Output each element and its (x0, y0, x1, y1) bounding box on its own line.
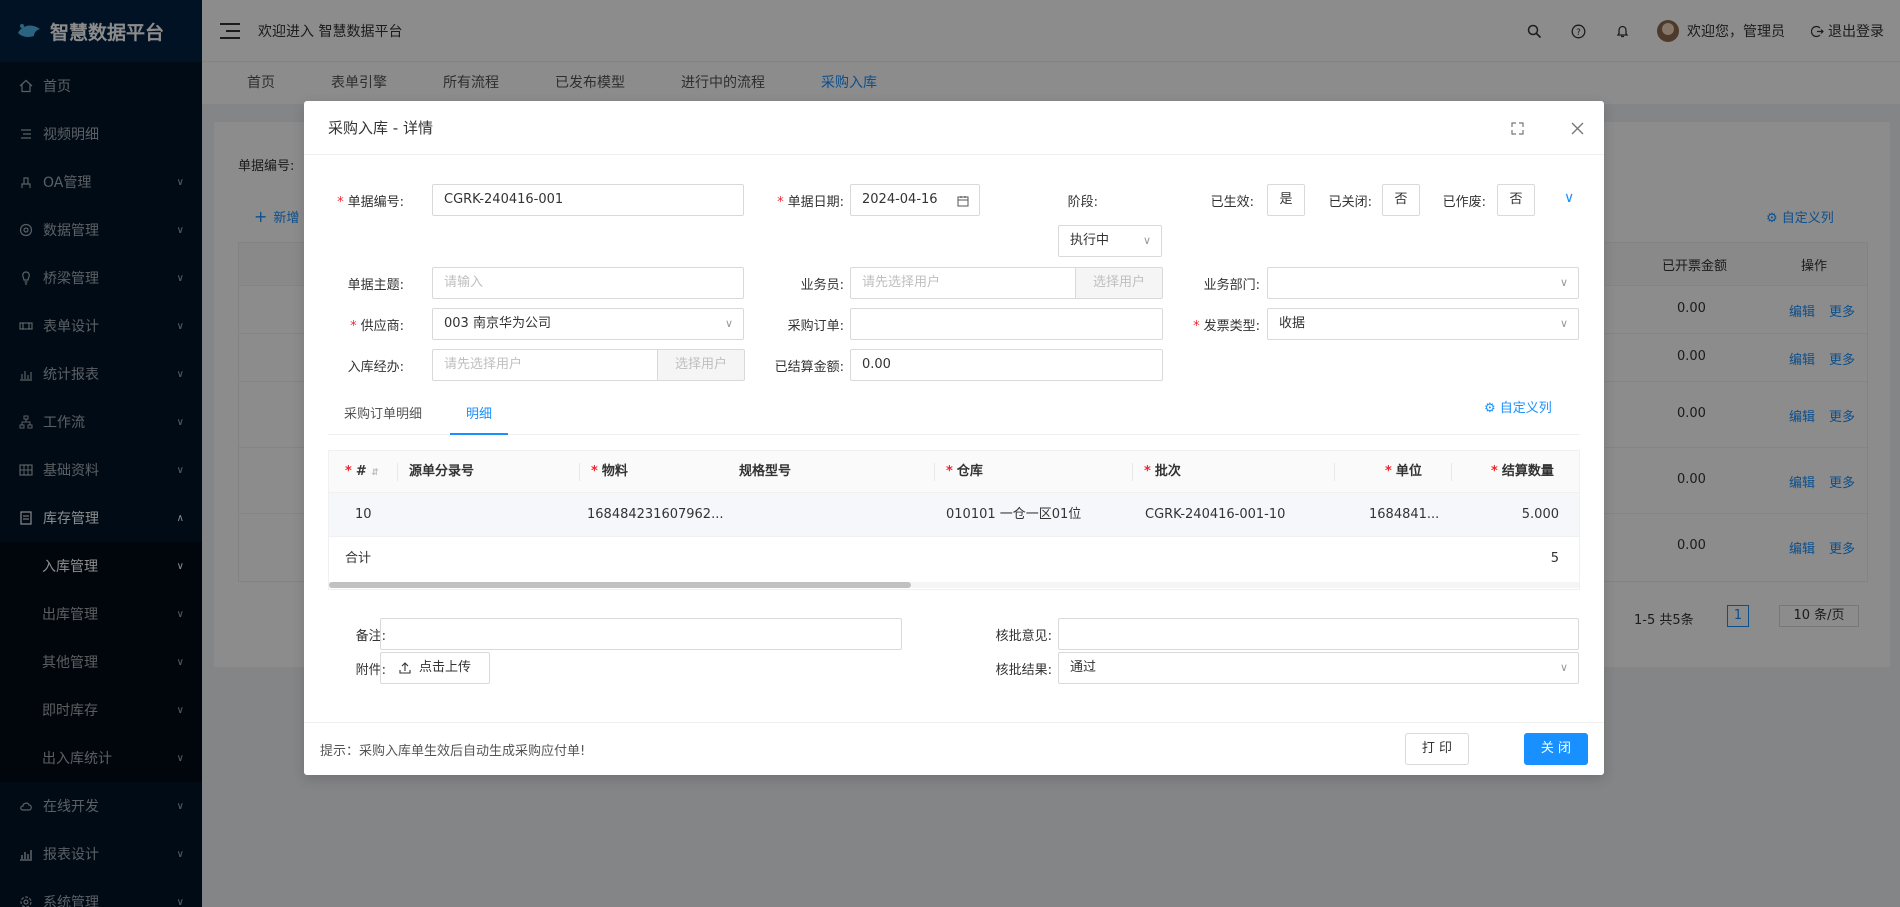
voided-label: 已作废: (1442, 195, 1486, 210)
order-no-label: * 单据编号: (337, 195, 404, 210)
supplier-value: 003 南京华为公司 (444, 316, 551, 331)
col-settle-qty: * 结算数量 (1491, 464, 1554, 479)
salesman-input[interactable]: 请先选择用户 (850, 267, 1076, 299)
upload-label: 点击上传 (418, 660, 471, 675)
col-warehouse: * 仓库 (946, 464, 983, 479)
closed-value: 否 (1382, 184, 1420, 216)
tab-detail[interactable]: 明细 (450, 395, 509, 435)
tab-purchase-order-detail[interactable]: 采购订单明细 (344, 395, 422, 435)
settled-amount-input[interactable]: 0.00 (850, 349, 1163, 381)
upload-button[interactable]: 点击上传 (380, 652, 490, 684)
detail-modal: 采购入库 - 详情 * 单据编号: CGRK-240416-001 * 单据日期: … (304, 101, 1604, 775)
chevron-down-icon: ∨ (1559, 276, 1568, 289)
subject-input[interactable]: 请输入 (432, 267, 744, 299)
department-select[interactable]: ∨ (1267, 267, 1579, 299)
stage-select[interactable]: 执行中 ∨ (1058, 225, 1162, 257)
cell-index: 10 (355, 507, 372, 522)
invoice-type-select[interactable]: 收据 ∨ (1267, 308, 1579, 340)
purchase-order-label: 采购订单: (787, 319, 844, 334)
cell-warehouse: 010101 一仓一区01位 (946, 507, 1082, 522)
order-date-picker[interactable]: 2024-04-16 (850, 184, 980, 216)
sort-icon: ⇵ (371, 468, 379, 478)
invoice-type-value: 收据 (1279, 316, 1306, 331)
chevron-down-icon: ∨ (1559, 317, 1568, 330)
settled-amount-label: 已结算金额: (774, 360, 844, 375)
modal-header: 采购入库 - 详情 (304, 101, 1604, 155)
stage-value: 执行中 (1070, 233, 1110, 248)
effective-label: 已生效: (1210, 195, 1254, 210)
approval-result-value: 通过 (1070, 660, 1097, 675)
chevron-down-icon: ∨ (724, 317, 733, 330)
detail-table: * # ⇵ 源单分录号 * 物料 规格型号 * 仓库 * 批次 * 单位 * 结算数量 10… (328, 450, 1580, 590)
order-date-value: 2024-04-16 (862, 192, 938, 207)
chevron-down-icon: ∨ (1142, 234, 1151, 247)
col-index[interactable]: * # ⇵ (345, 451, 379, 493)
modal-title: 采购入库 - 详情 (328, 119, 433, 137)
detail-tabs: 采购订单明细 明细 (328, 395, 1580, 435)
close-button[interactable]: 关 闭 (1524, 733, 1588, 765)
table-summary-row: 合计 5 (329, 537, 1579, 581)
approval-result-label: 核批结果: (995, 663, 1052, 678)
col-spec: 规格型号 (739, 464, 792, 479)
subject-label: 单据主题: (347, 278, 404, 293)
approval-opinion-textarea[interactable] (1058, 618, 1579, 650)
detail-table-header: * # ⇵ 源单分录号 * 物料 规格型号 * 仓库 * 批次 * 单位 * 结算数量 (329, 451, 1579, 493)
remark-label: 备注: (355, 629, 386, 644)
calendar-icon (957, 186, 969, 216)
approval-opinion-label: 核批意见: (995, 629, 1052, 644)
summary-label: 合计 (345, 551, 372, 566)
approval-result-select[interactable]: 通过 ∨ (1058, 652, 1579, 684)
cell-batch: CGRK-240416-001-10 (1145, 507, 1286, 522)
col-unit: * 单位 (1385, 464, 1422, 479)
chevron-down-icon: ∨ (1559, 661, 1568, 674)
summary-qty: 5 (1550, 551, 1559, 566)
footer-hint: 提示：采购入库单生效后自动生成采购应付单! (320, 744, 586, 759)
close-icon[interactable] (1568, 119, 1586, 137)
voided-value: 否 (1497, 184, 1535, 216)
department-label: 业务部门: (1203, 278, 1260, 293)
order-date-label: * 单据日期: (777, 195, 844, 210)
supplier-label: * 供应商: (350, 319, 404, 334)
attachment-label: 附件: (355, 663, 386, 678)
effective-value: 是 (1267, 184, 1305, 216)
stage-label: 阶段: (1067, 195, 1098, 210)
horizontal-scrollbar[interactable] (329, 582, 1579, 588)
order-no-input[interactable]: CGRK-240416-001 (432, 184, 744, 216)
handler-select-user-button[interactable]: 选择用户 (657, 349, 745, 381)
modal-footer: 提示：采购入库单生效后自动生成采购应付单! 打 印 关 闭 (304, 722, 1604, 775)
salesman-label: 业务员: (800, 278, 844, 293)
purchase-order-input[interactable] (850, 308, 1163, 340)
cell-settle-qty: 5.000 (1521, 507, 1559, 522)
cell-material: 168484231607962... (587, 507, 724, 522)
invoice-type-label: * 发票类型: (1193, 319, 1260, 334)
table-row[interactable]: 10 168484231607962... 010101 一仓一区01位 CGR… (329, 493, 1579, 537)
remark-textarea[interactable] (380, 618, 902, 650)
col-batch: * 批次 (1144, 464, 1181, 479)
upload-icon (399, 662, 411, 674)
handler-label: 入库经办: (347, 360, 404, 375)
closed-label: 已关闭: (1328, 195, 1372, 210)
salesman-select-user-button[interactable]: 选择用户 (1075, 267, 1163, 299)
col-material: * 物料 (591, 464, 628, 479)
handler-input[interactable]: 请先选择用户 (432, 349, 658, 381)
expand-chevron-icon[interactable]: ∨ (1564, 190, 1574, 206)
supplier-select[interactable]: 003 南京华为公司 ∨ (432, 308, 744, 340)
cell-unit: 1684841... (1369, 507, 1440, 522)
col-source-entry: 源单分录号 (409, 464, 475, 479)
print-button[interactable]: 打 印 (1405, 733, 1469, 765)
fullscreen-icon[interactable] (1508, 119, 1526, 137)
scrollbar-thumb[interactable] (329, 582, 911, 588)
